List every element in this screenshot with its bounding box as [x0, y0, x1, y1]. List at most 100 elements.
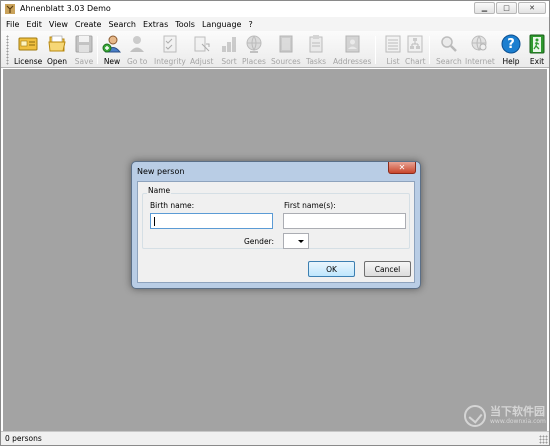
ok-button[interactable]: OK — [308, 261, 355, 277]
watermark-text: 当下软件园 www.downxia.com — [490, 406, 546, 426]
app-icon — [5, 3, 15, 14]
tasks-button[interactable]: Tasks — [306, 33, 326, 67]
adjust-icon — [192, 34, 212, 54]
addresses-button[interactable]: Addresses — [333, 33, 371, 67]
globe-icon — [244, 34, 264, 54]
new-label: New — [103, 57, 121, 66]
watermark-logo-icon — [464, 405, 486, 427]
internet-search-icon — [470, 34, 490, 54]
menu-view[interactable]: View — [49, 20, 68, 29]
sort-button[interactable]: Sort — [219, 33, 239, 67]
toolbar-separator — [375, 36, 376, 64]
list-button[interactable]: List — [383, 33, 403, 67]
addresses-label: Addresses — [333, 57, 372, 66]
folder-open-icon — [47, 34, 67, 54]
watermark: 当下软件园 www.downxia.com — [464, 402, 546, 430]
menu-tools[interactable]: Tools — [175, 20, 195, 29]
list-icon — [383, 34, 403, 54]
license-icon — [18, 34, 38, 54]
license-button[interactable]: License — [14, 33, 42, 67]
status-text: 0 persons — [5, 434, 42, 443]
chevron-down-icon — [298, 240, 304, 243]
goto-label: Go to — [127, 57, 148, 66]
menu-file[interactable]: File — [6, 20, 19, 29]
adjust-button[interactable]: Adjust — [190, 33, 213, 67]
add-person-icon — [102, 34, 122, 54]
person-goto-icon — [127, 34, 147, 54]
resize-grip[interactable] — [539, 435, 548, 444]
maximize-button[interactable]: □ — [496, 2, 517, 14]
open-button[interactable]: Open — [47, 33, 67, 67]
help-glyph: ? — [507, 36, 515, 52]
birth-name-label: Birth name: — [150, 201, 195, 210]
exit-door-icon — [527, 34, 547, 54]
sort-icon — [219, 34, 239, 54]
toolbar-grip[interactable] — [6, 35, 9, 65]
search-label: Search — [436, 57, 462, 66]
first-names-input[interactable] — [283, 213, 406, 229]
chart-label: Chart — [405, 57, 426, 66]
menu-search[interactable]: Search — [108, 20, 135, 29]
chart-button[interactable]: Chart — [405, 33, 426, 67]
help-button[interactable]: ? Help — [501, 33, 521, 67]
help-label: Help — [502, 57, 520, 66]
menu-language[interactable]: Language — [202, 20, 241, 29]
menu-edit[interactable]: Edit — [26, 20, 42, 29]
exit-label: Exit — [529, 57, 545, 66]
tasks-label: Tasks — [306, 57, 327, 66]
sources-button[interactable]: Sources — [271, 33, 301, 67]
save-button[interactable]: Save — [74, 33, 94, 67]
book-icon — [276, 34, 296, 54]
help-icon: ? — [501, 34, 521, 54]
internet-label: Internet — [465, 57, 495, 66]
goto-button[interactable]: Go to — [127, 33, 147, 67]
status-bar: 0 persons — [1, 431, 549, 445]
watermark-cn: 当下软件园 — [490, 405, 545, 418]
search-button[interactable]: Search — [436, 33, 462, 67]
main-window: Ahnenblatt 3.03 Demo ▁ □ ✕ File Edit Vie… — [0, 0, 550, 446]
dialog-body: Name Birth name: First name(s): Gender: … — [137, 181, 415, 283]
gender-label: Gender: — [244, 237, 275, 246]
sort-label: Sort — [221, 57, 237, 66]
name-group-title: Name — [147, 186, 172, 195]
places-button[interactable]: Places — [242, 33, 266, 67]
menu-extras[interactable]: Extras — [143, 20, 168, 29]
minimize-button[interactable]: ▁ — [474, 2, 495, 14]
birth-name-input[interactable] — [150, 213, 273, 229]
license-label: License — [14, 57, 43, 66]
text-caret — [154, 217, 155, 226]
checklist-icon — [160, 34, 180, 54]
integrity-label: Integrity — [154, 57, 186, 66]
menu-help[interactable]: ? — [248, 20, 252, 29]
gender-select[interactable] — [283, 233, 309, 249]
cancel-button[interactable]: Cancel — [364, 261, 411, 277]
watermark-url: www.downxia.com — [490, 418, 546, 425]
list-label: List — [386, 57, 400, 66]
dialog-title: New person — [137, 167, 185, 176]
dialog-close-button[interactable]: ✕ — [388, 162, 416, 174]
save-label: Save — [74, 57, 94, 66]
new-person-button[interactable]: New — [102, 33, 122, 67]
places-label: Places — [242, 57, 266, 66]
search-icon — [439, 34, 459, 54]
sources-label: Sources — [271, 57, 301, 66]
menu-create[interactable]: Create — [75, 20, 102, 29]
open-label: Open — [47, 57, 68, 66]
close-icon: ✕ — [398, 163, 406, 172]
save-icon — [74, 34, 94, 54]
title-bar: Ahnenblatt 3.03 Demo ▁ □ ✕ — [1, 1, 549, 16]
maximize-icon: □ — [503, 4, 510, 12]
internet-button[interactable]: Internet — [465, 33, 495, 67]
integrity-button[interactable]: Integrity — [154, 33, 186, 67]
close-button[interactable]: ✕ — [518, 2, 546, 14]
menu-bar: File Edit View Create Search Extras Tool… — [1, 17, 549, 31]
close-icon: ✕ — [529, 4, 535, 12]
new-person-dialog: New person ✕ Name Birth name: First name… — [131, 161, 421, 289]
window-title: Ahnenblatt 3.03 Demo — [20, 4, 111, 13]
clipboard-icon — [306, 34, 326, 54]
exit-button[interactable]: Exit — [527, 33, 547, 67]
toolbar-separator — [429, 36, 430, 64]
adjust-label: Adjust — [190, 57, 214, 66]
window-controls: ▁ □ ✕ — [473, 2, 546, 14]
toolbar: License Open Save New Go to Integrity Ad… — [1, 31, 549, 68]
